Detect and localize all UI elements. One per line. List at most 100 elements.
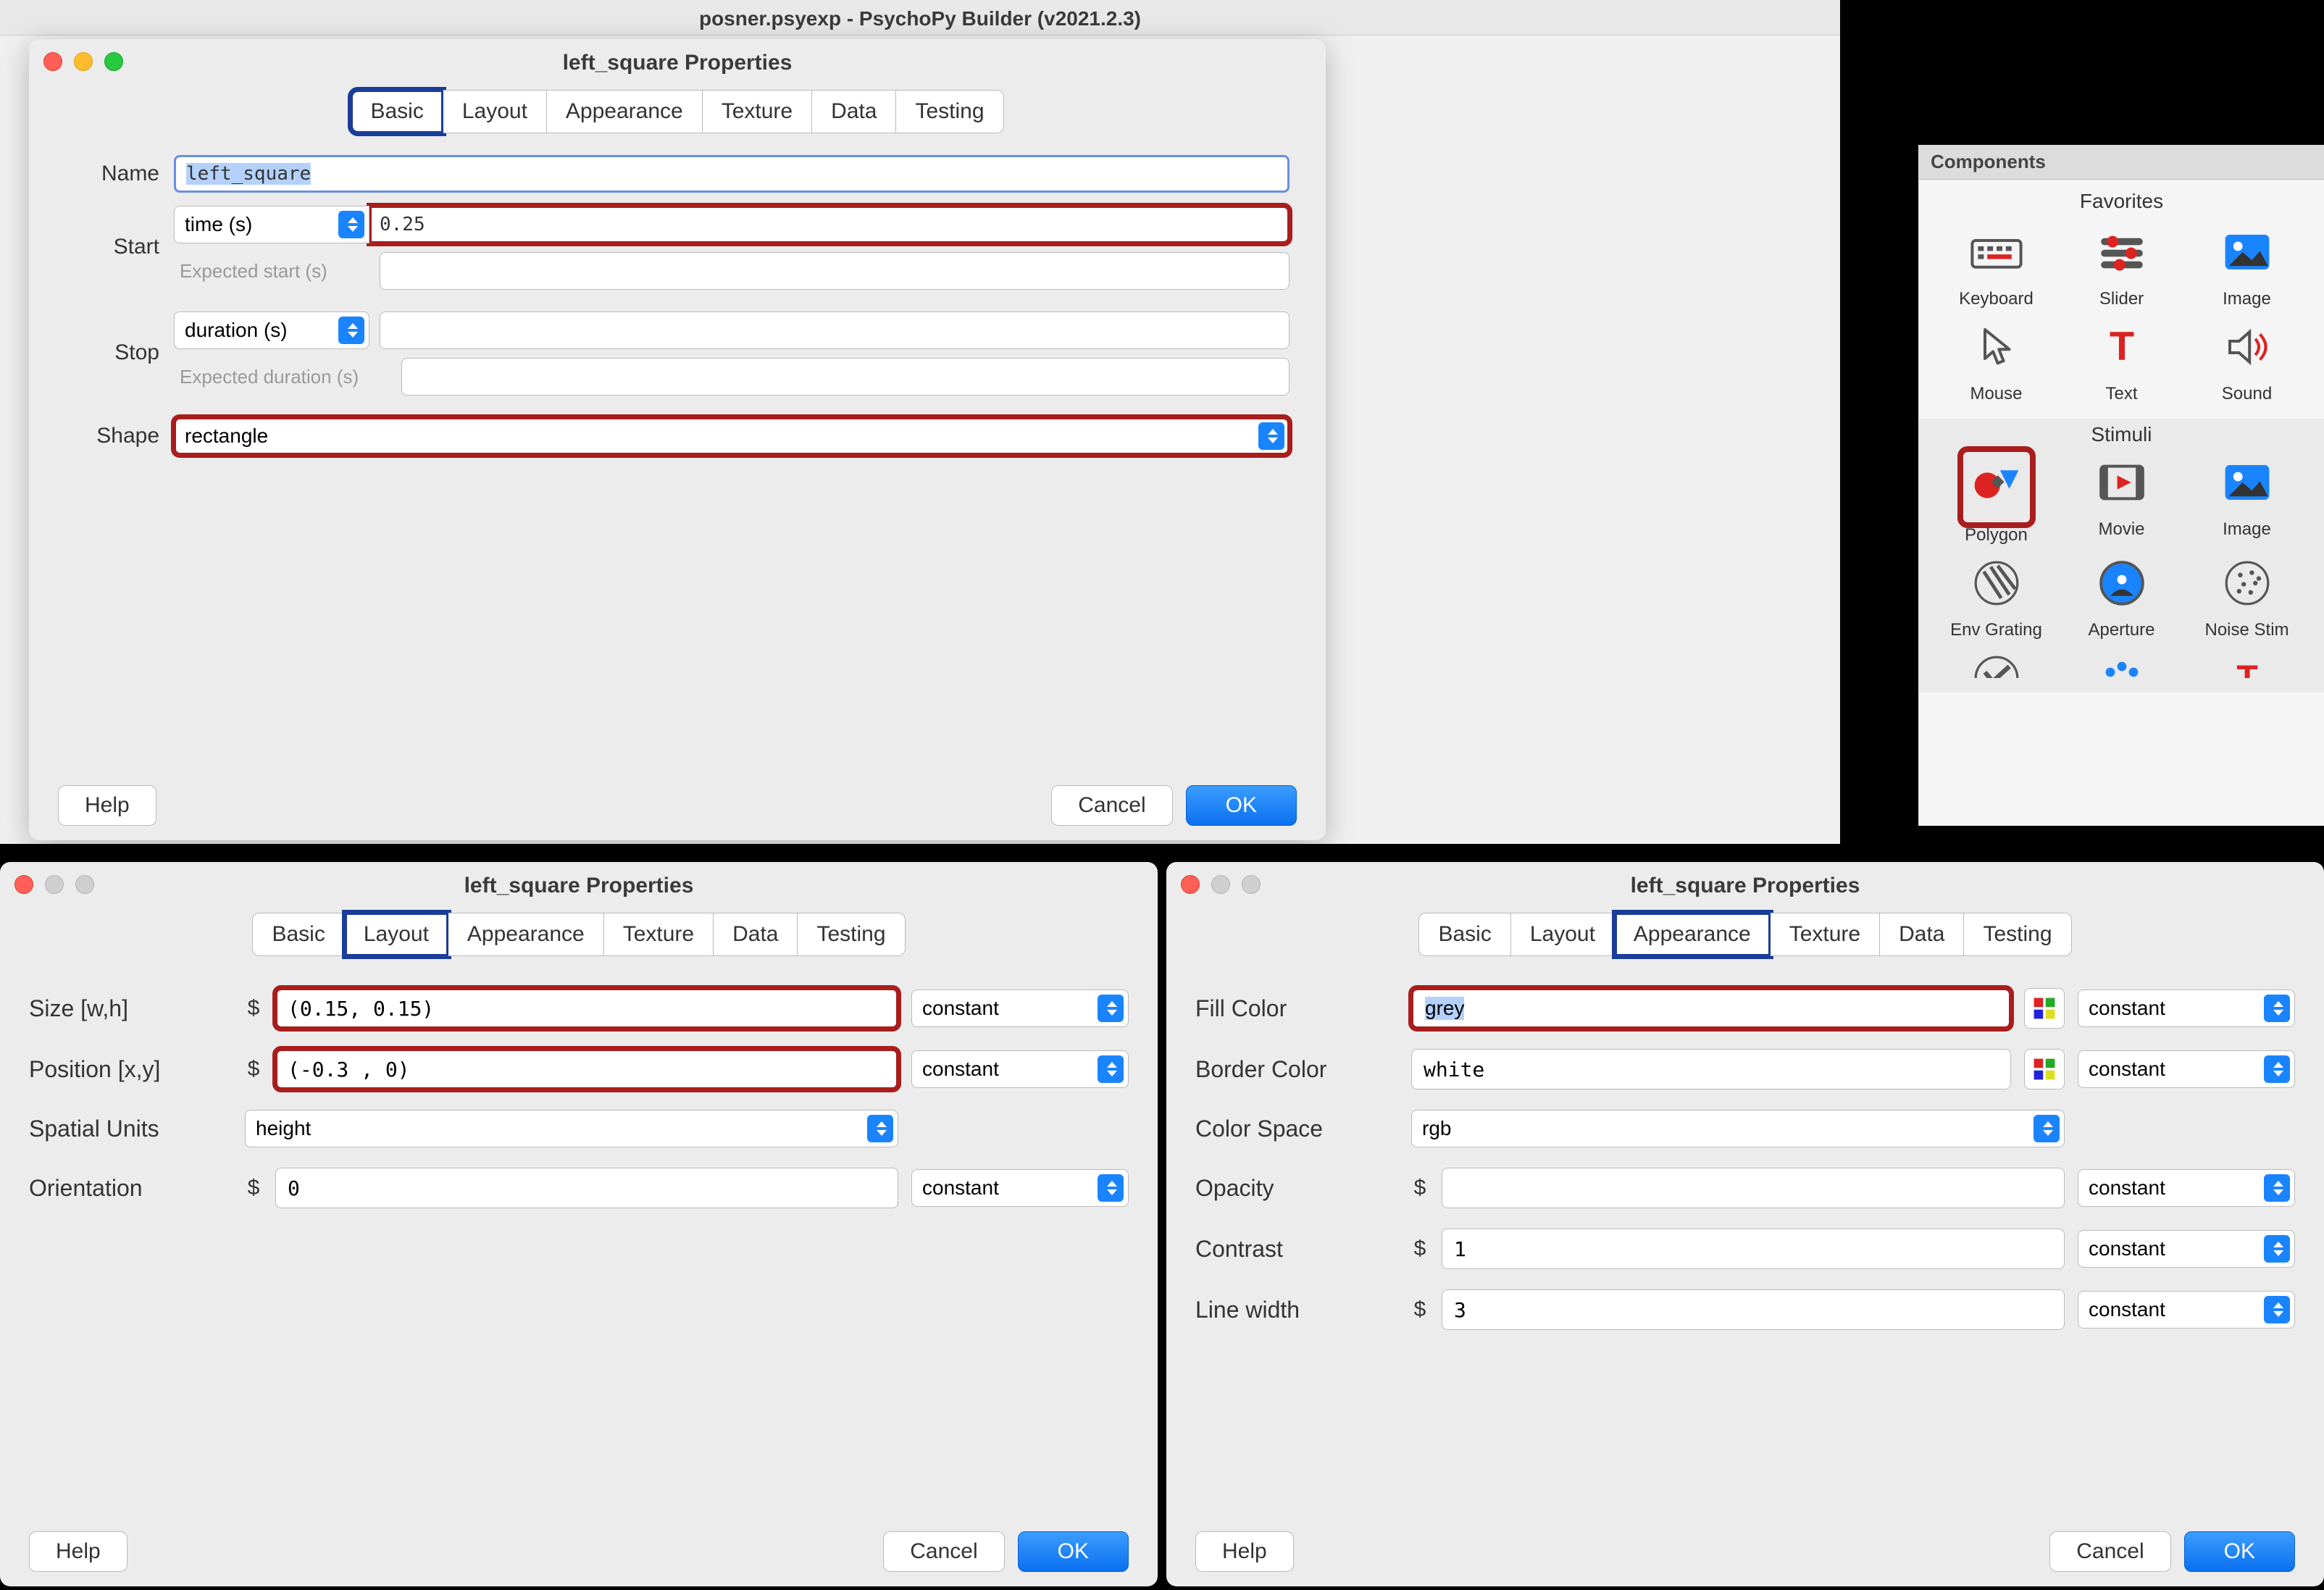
tab-bar: Basic Layout Appearance Texture Data Tes… [0, 913, 1158, 956]
contrast-mode-dropdown[interactable]: constant [2078, 1230, 2295, 1268]
tab-basic[interactable]: Basic [1418, 913, 1510, 956]
opacity-mode-dropdown[interactable]: constant [2078, 1169, 2295, 1207]
position-input[interactable]: (-0.3 , 0) [275, 1049, 898, 1089]
line-width-mode-dropdown[interactable]: constant [2078, 1291, 2295, 1329]
window-title: posner.psyexp - PsychoPy Builder (v2021.… [0, 0, 1840, 35]
fill-color-mode-dropdown[interactable]: constant [2078, 989, 2295, 1027]
size-mode-dropdown[interactable]: constant [911, 989, 1129, 1027]
component-more-1[interactable] [1942, 649, 2051, 678]
tab-basic[interactable]: Basic [351, 90, 443, 133]
grating-icon [1968, 554, 2026, 612]
size-input[interactable]: (0.15, 0.15) [275, 988, 898, 1029]
tab-appearance[interactable]: Appearance [1615, 913, 1771, 956]
component-env-grating[interactable]: Env Grating [1942, 554, 2051, 640]
component-more-2[interactable] [2068, 649, 2176, 678]
help-button[interactable]: Help [29, 1531, 128, 1572]
position-mode-dropdown[interactable]: constant [911, 1050, 1129, 1088]
minimize-icon[interactable] [45, 875, 64, 894]
border-color-mode-dropdown[interactable]: constant [2078, 1050, 2295, 1088]
tab-layout[interactable]: Layout [345, 913, 448, 956]
tab-appearance[interactable]: Appearance [448, 913, 604, 956]
line-width-input[interactable]: 3 [1442, 1289, 2065, 1330]
stop-type-dropdown[interactable]: duration (s) [174, 311, 369, 349]
tab-data[interactable]: Data [812, 90, 896, 133]
palette-icon [2031, 995, 2057, 1021]
component-polygon[interactable]: Polygon [1942, 453, 2051, 545]
tab-layout[interactable]: Layout [1511, 913, 1615, 956]
minimize-icon[interactable] [74, 52, 93, 71]
fill-color-picker[interactable] [2024, 988, 2065, 1029]
opacity-label: Opacity [1195, 1175, 1398, 1202]
tab-layout[interactable]: Layout [443, 90, 547, 133]
tab-data[interactable]: Data [714, 913, 798, 956]
image-icon [2218, 223, 2276, 281]
aperture-icon [2093, 554, 2151, 612]
name-input[interactable]: left_square [174, 155, 1290, 193]
zoom-icon[interactable] [104, 52, 123, 71]
orientation-mode-dropdown[interactable]: constant [911, 1169, 1129, 1207]
color-space-dropdown[interactable]: rgb [1411, 1110, 2065, 1147]
dollar-sign: $ [245, 1057, 262, 1081]
component-image-stim[interactable]: Image [2193, 453, 2302, 545]
cancel-button[interactable]: Cancel [883, 1531, 1004, 1572]
window-controls [1181, 875, 1261, 894]
size-label: Size [w,h] [29, 995, 232, 1022]
ok-button[interactable]: OK [1018, 1531, 1129, 1572]
help-button[interactable]: Help [58, 785, 156, 826]
tab-basic[interactable]: Basic [252, 913, 344, 956]
tab-texture[interactable]: Texture [604, 913, 714, 956]
tab-data[interactable]: Data [1880, 913, 1964, 956]
spatial-units-dropdown[interactable]: height [245, 1110, 898, 1147]
tab-texture[interactable]: Texture [1771, 913, 1880, 956]
border-color-picker[interactable] [2024, 1049, 2065, 1089]
component-movie[interactable]: Movie [2068, 453, 2176, 545]
zoom-icon[interactable] [75, 875, 94, 894]
dollar-sign: $ [245, 1176, 262, 1200]
component-keyboard[interactable]: Keyboard [1942, 223, 2051, 309]
component-sound[interactable]: Sound [2193, 318, 2302, 404]
component-mouse[interactable]: Mouse [1942, 318, 2051, 404]
tab-texture[interactable]: Texture [703, 90, 812, 133]
start-time-input[interactable]: 0.25 [369, 206, 1290, 243]
contrast-input[interactable]: 1 [1442, 1229, 2065, 1269]
component-slider[interactable]: Slider [2068, 223, 2176, 309]
dollar-sign: $ [245, 996, 262, 1021]
dots-icon [2093, 649, 2151, 678]
component-more-3[interactable]: T [2193, 649, 2302, 678]
border-color-input[interactable]: white [1411, 1049, 2011, 1089]
fill-color-input[interactable]: grey [1411, 988, 2011, 1029]
cancel-button[interactable]: Cancel [1051, 785, 1172, 826]
expected-duration-input[interactable] [401, 358, 1290, 396]
properties-dialog-layout: left_square Properties Basic Layout Appe… [0, 862, 1158, 1586]
component-text[interactable]: T Text [2068, 318, 2176, 404]
opacity-input[interactable] [1442, 1168, 2065, 1208]
tab-appearance[interactable]: Appearance [547, 90, 703, 133]
layout-form: Size [w,h] $ (0.15, 0.15) constant Posit… [0, 971, 1158, 1243]
tab-testing[interactable]: Testing [798, 913, 905, 956]
component-image[interactable]: Image [2193, 223, 2302, 309]
color-space-label: Color Space [1195, 1116, 1398, 1142]
ok-button[interactable]: OK [2184, 1531, 2295, 1572]
spatial-units-label: Spatial Units [29, 1116, 232, 1142]
close-icon[interactable] [43, 52, 62, 71]
orientation-input[interactable]: 0 [275, 1168, 898, 1208]
minimize-icon[interactable] [1211, 875, 1230, 894]
expected-start-input[interactable] [380, 252, 1290, 290]
tab-bar: Basic Layout Appearance Texture Data Tes… [29, 90, 1326, 133]
properties-dialog-basic: left_square Properties Basic Layout Appe… [29, 39, 1326, 840]
close-icon[interactable] [1181, 875, 1200, 894]
stop-duration-input[interactable] [380, 311, 1290, 349]
start-type-dropdown[interactable]: time (s) [174, 206, 369, 243]
close-icon[interactable] [14, 875, 33, 894]
zoom-icon[interactable] [1242, 875, 1261, 894]
tab-bar: Basic Layout Appearance Texture Data Tes… [1166, 913, 2324, 956]
help-button[interactable]: Help [1195, 1531, 1294, 1572]
cancel-button[interactable]: Cancel [2049, 1531, 2170, 1572]
ok-button[interactable]: OK [1186, 785, 1297, 826]
component-aperture[interactable]: Aperture [2068, 554, 2176, 640]
fill-color-label: Fill Color [1195, 995, 1398, 1022]
tab-testing[interactable]: Testing [1964, 913, 2071, 956]
tab-testing[interactable]: Testing [896, 90, 1003, 133]
component-noise-stim[interactable]: Noise Stim [2193, 554, 2302, 640]
shape-dropdown[interactable]: rectangle [174, 417, 1290, 455]
